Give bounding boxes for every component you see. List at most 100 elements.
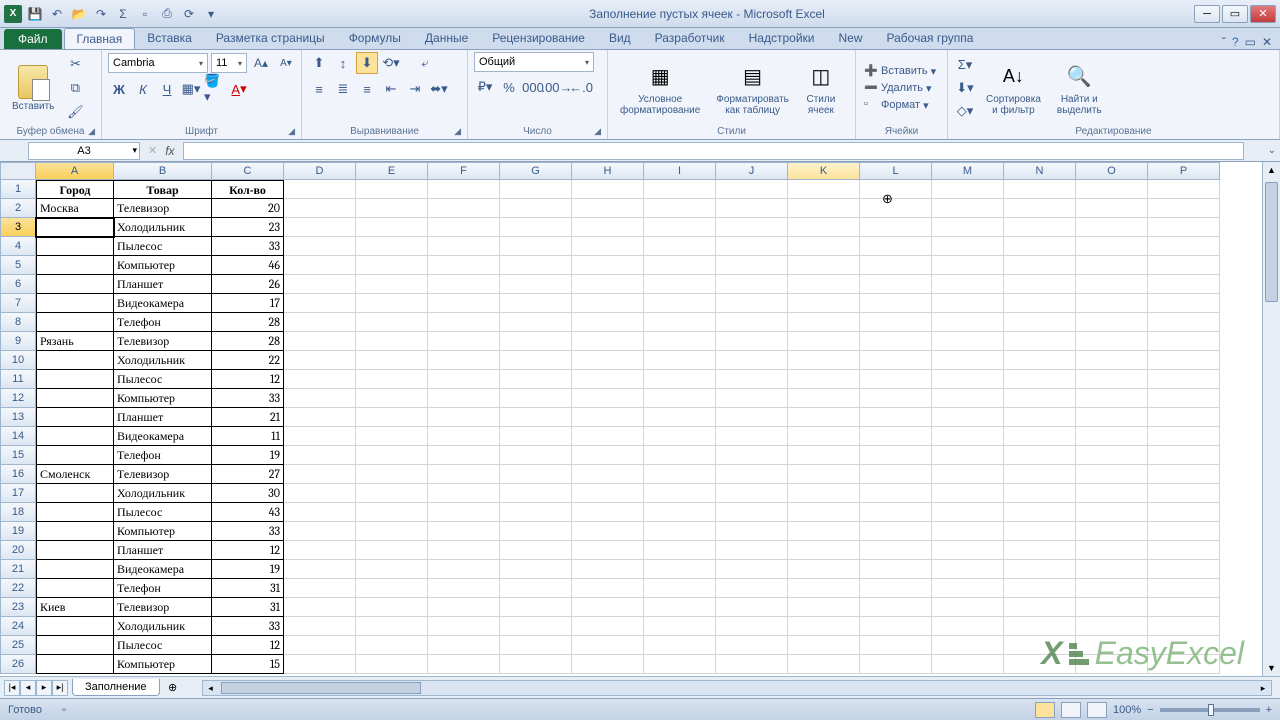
cell[interactable]: Компьютер <box>114 389 212 408</box>
cell[interactable]: Кол-во <box>212 180 284 199</box>
cell[interactable] <box>572 199 644 218</box>
cell[interactable] <box>428 313 500 332</box>
cell[interactable] <box>1076 275 1148 294</box>
cell[interactable] <box>716 332 788 351</box>
cell[interactable] <box>428 617 500 636</box>
cell[interactable] <box>428 294 500 313</box>
column-header[interactable]: A <box>36 162 114 180</box>
cell[interactable]: 12 <box>212 370 284 389</box>
page-break-view-button[interactable] <box>1087 702 1107 718</box>
sheet-nav-prev-icon[interactable]: ◂ <box>20 680 36 696</box>
cell[interactable]: 28 <box>212 332 284 351</box>
cell[interactable] <box>428 180 500 199</box>
cell[interactable] <box>428 275 500 294</box>
cell[interactable] <box>284 522 356 541</box>
cell[interactable] <box>500 332 572 351</box>
cell[interactable] <box>716 427 788 446</box>
cell[interactable] <box>1076 427 1148 446</box>
cell[interactable]: 28 <box>212 313 284 332</box>
cell[interactable] <box>860 484 932 503</box>
cell[interactable] <box>356 180 428 199</box>
cell[interactable] <box>356 351 428 370</box>
row-header[interactable]: 23 <box>0 598 36 617</box>
cell[interactable] <box>36 313 114 332</box>
cell[interactable] <box>644 351 716 370</box>
cell[interactable]: 23 <box>212 218 284 237</box>
cell[interactable] <box>1076 636 1148 655</box>
cell[interactable] <box>284 560 356 579</box>
cell[interactable] <box>860 541 932 560</box>
cell[interactable] <box>1148 370 1220 389</box>
copy-icon[interactable]: ⧉ <box>64 77 86 99</box>
cell[interactable] <box>1148 598 1220 617</box>
cell[interactable] <box>860 503 932 522</box>
cell[interactable] <box>716 655 788 674</box>
font-name-combo[interactable]: Cambria▾ <box>108 53 208 73</box>
cell[interactable] <box>1148 560 1220 579</box>
cell[interactable] <box>36 446 114 465</box>
cell[interactable] <box>860 617 932 636</box>
scroll-down-icon[interactable]: ▼ <box>1263 660 1280 676</box>
column-header[interactable]: C <box>212 162 284 180</box>
cell[interactable] <box>284 655 356 674</box>
cell[interactable] <box>1076 332 1148 351</box>
name-box[interactable]: A3▾ <box>28 142 140 160</box>
cell[interactable] <box>284 237 356 256</box>
cell[interactable] <box>860 313 932 332</box>
cell[interactable]: 46 <box>212 256 284 275</box>
cell[interactable] <box>860 370 932 389</box>
cell[interactable]: 12 <box>212 541 284 560</box>
cell[interactable] <box>500 446 572 465</box>
cell[interactable] <box>428 351 500 370</box>
cell[interactable] <box>428 218 500 237</box>
cell[interactable] <box>572 218 644 237</box>
cell[interactable] <box>1148 180 1220 199</box>
cell[interactable] <box>860 199 932 218</box>
undo-icon[interactable]: ↶ <box>48 5 66 23</box>
column-header[interactable]: J <box>716 162 788 180</box>
cell[interactable] <box>572 256 644 275</box>
cell[interactable] <box>284 332 356 351</box>
cell[interactable]: 12 <box>212 636 284 655</box>
cell[interactable] <box>36 503 114 522</box>
cell[interactable] <box>1148 655 1220 674</box>
cell[interactable] <box>428 408 500 427</box>
cell[interactable] <box>932 465 1004 484</box>
cell[interactable] <box>1148 408 1220 427</box>
close-workbook-icon[interactable]: ✕ <box>1262 35 1272 49</box>
column-header[interactable]: M <box>932 162 1004 180</box>
cell[interactable] <box>284 370 356 389</box>
cell[interactable] <box>356 636 428 655</box>
cell[interactable] <box>284 427 356 446</box>
cell[interactable] <box>356 427 428 446</box>
sum-icon[interactable]: Σ <box>114 5 132 23</box>
cell[interactable] <box>36 275 114 294</box>
cell[interactable] <box>284 294 356 313</box>
cell[interactable] <box>1148 579 1220 598</box>
sheet-tab[interactable]: Заполнение <box>72 679 160 696</box>
cell[interactable] <box>284 465 356 484</box>
cell[interactable] <box>572 617 644 636</box>
minimize-ribbon-icon[interactable]: ˇ <box>1222 35 1226 49</box>
cut-icon[interactable]: ✂ <box>64 53 86 75</box>
cell[interactable] <box>500 655 572 674</box>
number-launcher-icon[interactable]: ◢ <box>594 126 601 137</box>
cell[interactable]: Планшет <box>114 541 212 560</box>
cell[interactable] <box>716 465 788 484</box>
font-size-combo[interactable]: 11▾ <box>211 53 247 73</box>
cell[interactable] <box>36 541 114 560</box>
cell[interactable] <box>716 218 788 237</box>
cell[interactable] <box>1004 313 1076 332</box>
cell[interactable]: 33 <box>212 237 284 256</box>
cell[interactable] <box>932 389 1004 408</box>
cell[interactable] <box>428 332 500 351</box>
close-button[interactable]: ✕ <box>1250 5 1276 23</box>
cell[interactable] <box>932 655 1004 674</box>
cell[interactable] <box>644 465 716 484</box>
cell[interactable] <box>644 199 716 218</box>
cell[interactable] <box>716 313 788 332</box>
tab-разметка страницы[interactable]: Разметка страницы <box>204 28 337 49</box>
cell[interactable] <box>284 256 356 275</box>
cell[interactable] <box>1004 275 1076 294</box>
cell[interactable] <box>932 180 1004 199</box>
